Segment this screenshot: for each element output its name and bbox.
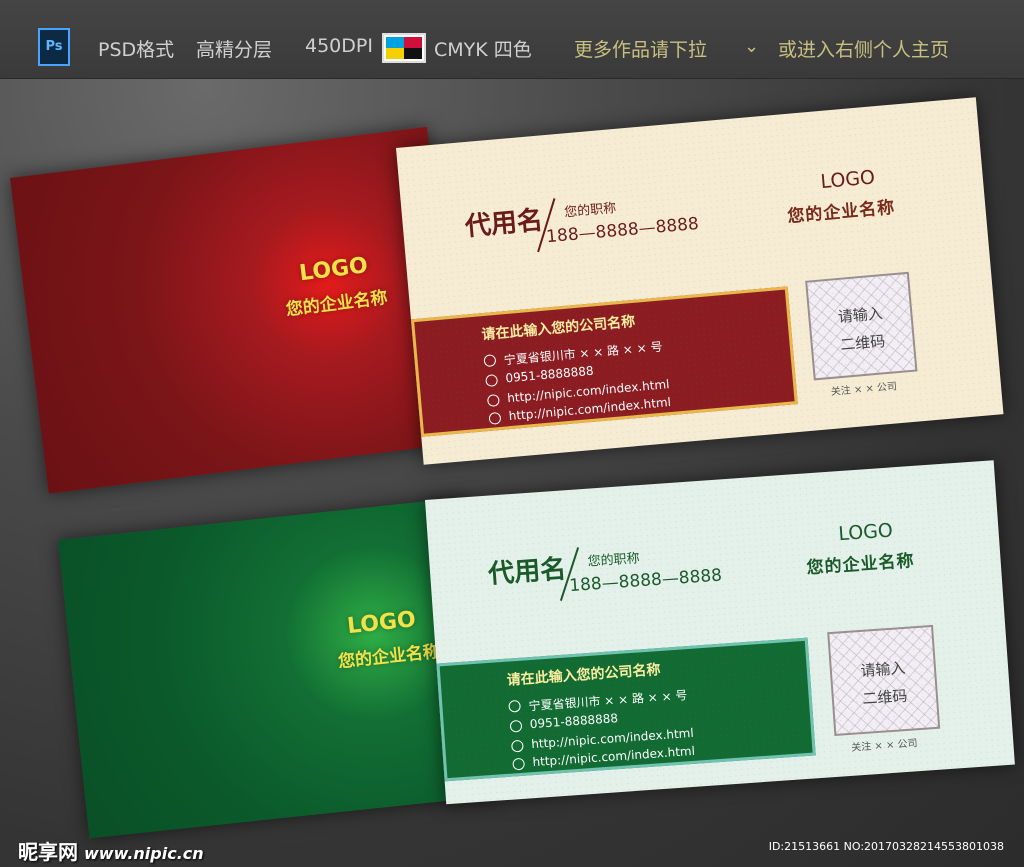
red-web-1: http://nipic.com/index.html	[506, 377, 670, 406]
green-qr-placeholder: 请输入 二维码	[827, 624, 941, 737]
watermark-id: ID:21513661 NO:20170328214553801038	[768, 840, 1004, 853]
more-works-label: 更多作品请下拉	[574, 39, 708, 61]
canvas: Ps PSD格式 高精分层 450DPI CMYK 四色 更多作品请下拉 ⌄ 或…	[0, 0, 1024, 867]
format-label: PSD格式	[98, 39, 175, 61]
chevron-down-icon: ⌄	[744, 36, 760, 57]
location-icon	[483, 354, 497, 368]
red-front-phone: 188—8888—8888	[545, 213, 700, 248]
green-info-band: 请在此输入您的公司名称 宁夏省银川市 × × 路 × × 号 0951-8888…	[436, 637, 816, 782]
red-follow-text: 关注 × × 公司	[830, 381, 898, 398]
red-name-divider	[537, 198, 556, 253]
green-web-1: http://nipic.com/index.html	[530, 725, 695, 752]
red-qr-placeholder: 请输入 二维码	[805, 271, 918, 381]
web-icon	[510, 739, 524, 753]
layers-label: 高精分层	[196, 39, 273, 61]
phone-icon	[509, 719, 523, 733]
green-name-divider	[559, 547, 580, 602]
green-band-title: 请在此输入您的公司名称	[506, 662, 661, 689]
mail-icon	[488, 411, 502, 425]
red-qr-line-1: 请输入	[837, 304, 884, 327]
green-web-2: http://nipic.com/index.html	[532, 743, 696, 770]
red-front-job-title: 您的职称	[563, 201, 617, 221]
watermark-brand: 昵享网	[18, 840, 78, 864]
green-front-company: 您的企业名称	[806, 551, 916, 579]
green-tel: 0951-8888888	[529, 711, 619, 732]
enter-home-label: 或进入右侧个人主页	[778, 39, 950, 61]
green-card-front: 代用名 您的职称 188—8888—8888 LOGO 您的企业名称 请在此输入…	[425, 460, 1015, 805]
watermark-site: www.nipic.cn	[84, 844, 204, 863]
red-info-band: 请在此输入您的公司名称 宁夏省银川市 × × 路 × × 号 0951-8888…	[410, 286, 798, 437]
green-front-phone: 188—8888—8888	[568, 565, 723, 597]
red-tel: 0951-8888888	[504, 363, 595, 386]
location-icon	[508, 699, 522, 713]
cmyk-icon	[382, 33, 426, 63]
red-address: 宁夏省银川市 × × 路 × × 号	[503, 339, 664, 368]
green-qr-line-1: 请输入	[859, 658, 907, 681]
green-follow-text: 关注 × × 公司	[850, 738, 918, 754]
green-front-job-title: 您的职称	[587, 551, 641, 570]
red-qr-line-2: 二维码	[839, 332, 886, 354]
red-front-name: 代用名	[463, 205, 545, 243]
red-front-company: 您的企业名称	[786, 197, 896, 228]
web-icon	[486, 393, 500, 407]
photoshop-icon: Ps	[38, 28, 70, 66]
red-card-front: 代用名 您的职称 188—8888—8888 LOGO 您的企业名称 请在此输入…	[396, 97, 1004, 465]
green-front-name: 代用名	[487, 554, 568, 590]
green-address: 宁夏省银川市 × × 路 × × 号	[528, 688, 688, 714]
green-back-logo: LOGO	[345, 607, 417, 640]
red-web-2: http://nipic.com/index.html	[508, 395, 672, 424]
mail-icon	[512, 757, 526, 771]
color-mode-label: CMYK 四色	[434, 39, 532, 61]
phone-icon	[485, 374, 499, 388]
nipic-watermark: 昵享网 www.nipic.cn	[18, 836, 204, 865]
dpi-label: 450DPI	[305, 35, 373, 57]
green-qr-line-2: 二维码	[861, 686, 908, 708]
red-front-logo: LOGO	[819, 166, 876, 194]
green-front-logo: LOGO	[837, 519, 894, 546]
top-banner: Ps PSD格式 高精分层 450DPI CMYK 四色 更多作品请下拉 ⌄ 或…	[0, 0, 1024, 79]
red-card-back: LOGO 您的企业名称	[10, 126, 466, 494]
red-band-title: 请在此输入您的公司名称	[480, 313, 636, 344]
